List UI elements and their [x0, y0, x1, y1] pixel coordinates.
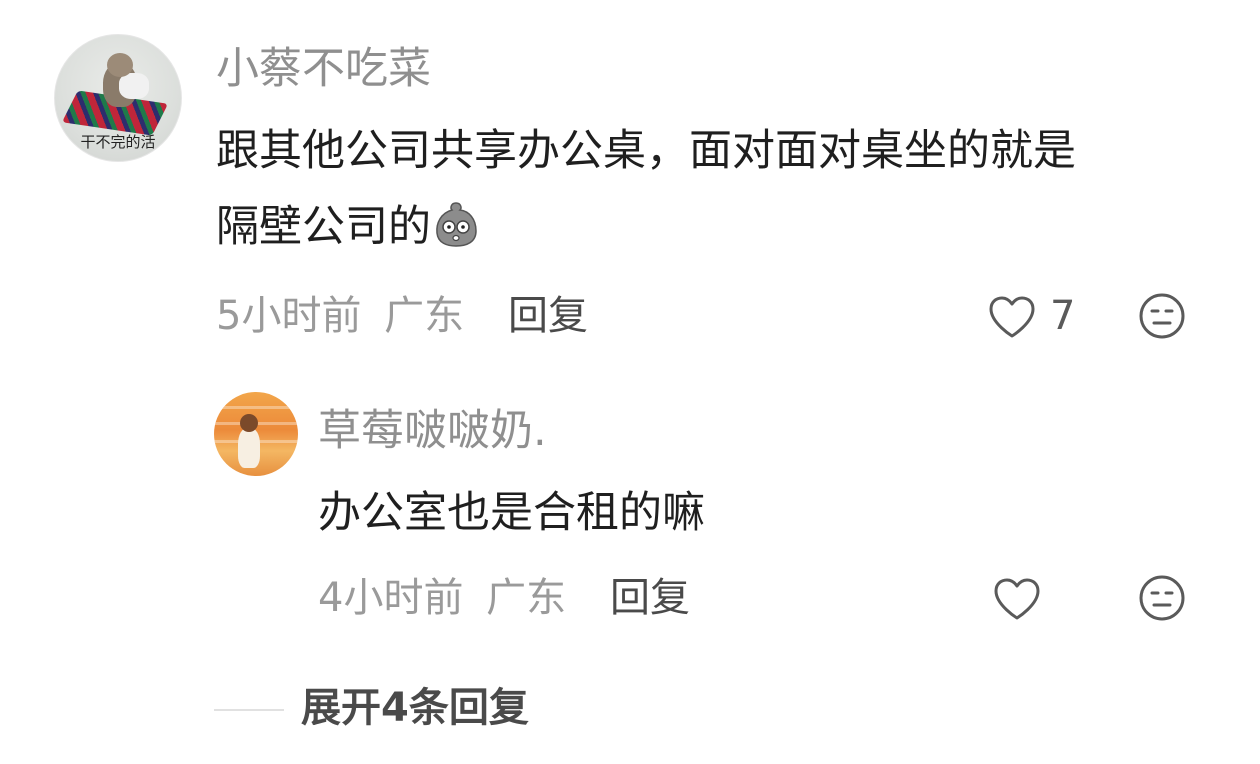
heart-outline-icon[interactable] [992, 576, 1042, 622]
avatar-monkey-head [107, 53, 133, 77]
comment-thread: 干不完的活 小蔡不吃菜 跟其他公司共享办公桌，面对面对桌坐的就是 隔壁公司的 5… [0, 0, 1260, 764]
reply-time: 4小时前 [318, 575, 464, 621]
reply-reply-button[interactable]: 回复 [610, 578, 690, 618]
comment-text-line1: 跟其他公司共享办公桌，面对面对桌坐的就是 [216, 126, 1076, 176]
heart-outline-icon[interactable] [987, 294, 1037, 340]
like-count: 7 [1050, 293, 1076, 339]
comment-reply-button[interactable]: 回复 [508, 296, 588, 336]
reply-text: 办公室也是合租的嘛 [318, 488, 705, 538]
meh-face-icon[interactable] [1138, 292, 1186, 340]
expand-replies-button[interactable]: 展开4条回复 [301, 688, 529, 728]
comment-text-line2-content: 隔壁公司的 [216, 202, 431, 252]
meh-face-icon[interactable] [1138, 574, 1186, 622]
avatar-monkey-shirt [119, 73, 149, 99]
reply-location: 广东 [486, 575, 567, 621]
avatar-caption: 干不完的活 [80, 133, 156, 151]
reply-meta: 4小时前 广东 [318, 578, 566, 618]
comment-time: 5小时前 [216, 293, 362, 339]
reply-avatar[interactable] [214, 392, 298, 476]
reply-username[interactable]: 草莓啵啵奶. [318, 410, 547, 453]
comment-text-line2: 隔壁公司的 [216, 190, 481, 265]
stone-face-emoji-icon [436, 202, 477, 247]
avatar-figure [238, 428, 260, 468]
comment-location: 广东 [384, 293, 465, 339]
avatar[interactable]: 干不完的活 [54, 34, 182, 162]
avatar-hair [240, 414, 258, 432]
avatar-ripple [214, 406, 298, 409]
comment-username[interactable]: 小蔡不吃菜 [216, 48, 431, 91]
expand-divider [214, 709, 284, 711]
comment-meta: 5小时前 广东 [216, 296, 464, 336]
